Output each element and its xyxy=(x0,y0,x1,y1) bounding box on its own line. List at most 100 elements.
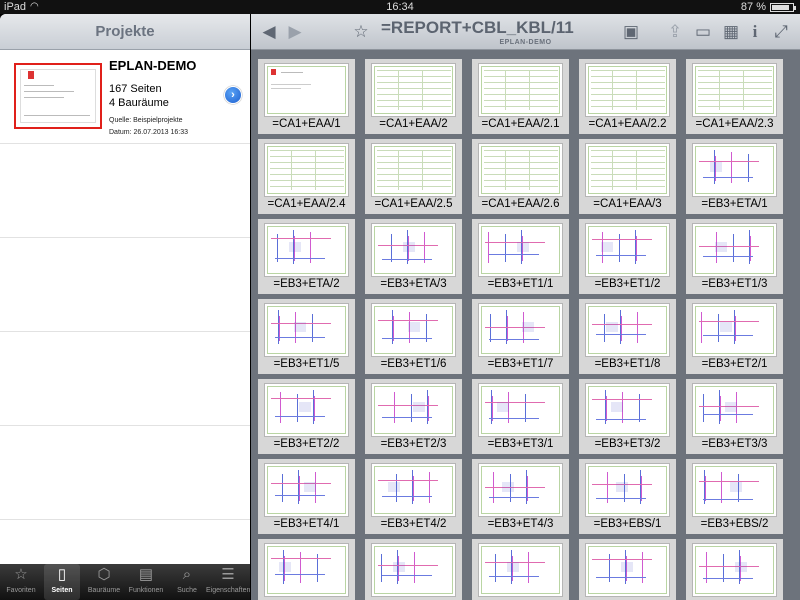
tab-funktionen[interactable]: ▤ Funktionen xyxy=(126,564,166,600)
page-preview xyxy=(692,543,777,597)
page-thumbnail[interactable]: =EB3+ET1/6 xyxy=(365,299,462,374)
page-preview xyxy=(585,143,670,197)
page-thumbnail[interactable] xyxy=(579,539,676,600)
page-thumbnail[interactable]: =EB3+ET1/2 xyxy=(579,219,676,294)
page-preview xyxy=(478,543,563,597)
page-thumbnail[interactable]: =EB3+ET1/7 xyxy=(472,299,569,374)
fullscreen-icon[interactable]: ⤢ xyxy=(769,20,793,44)
tab-bauraeume[interactable]: ⬡ Bauräume xyxy=(84,564,124,600)
tab-seiten[interactable]: ▯ Seiten xyxy=(44,564,80,600)
disclosure-button[interactable]: › xyxy=(224,86,242,104)
info-icon[interactable]: i xyxy=(743,20,767,44)
page-preview xyxy=(692,383,777,437)
folder-icon[interactable]: ▣ xyxy=(619,20,643,44)
star-icon: ☆ xyxy=(14,566,28,583)
page-preview xyxy=(371,543,456,597)
tab-favoriten[interactable]: ☆ Favoriten xyxy=(2,564,40,600)
page-thumbnail[interactable]: =EB3+ET4/2 xyxy=(365,459,462,534)
share-icon[interactable]: ⇪ xyxy=(663,20,687,44)
project-source: Quelle: Beispielprojekte xyxy=(109,117,183,124)
page-preview xyxy=(264,383,349,437)
page-label: =CA1+EAA/1 xyxy=(272,118,341,130)
page-label: =CA1+EAA/2.4 xyxy=(267,198,346,210)
page-preview xyxy=(371,303,456,357)
page-thumbnail[interactable]: =CA1+EAA/2 xyxy=(365,59,462,134)
page-preview xyxy=(585,223,670,277)
page-thumbnail[interactable] xyxy=(258,539,355,600)
page-thumbnail[interactable]: =EB3+ET1/3 xyxy=(686,219,783,294)
page-preview xyxy=(478,223,563,277)
page-thumbnail[interactable]: =EB3+ETA/1 xyxy=(686,139,783,214)
page-thumbnail[interactable]: =EB3+ET2/3 xyxy=(365,379,462,454)
page-label: =EB3+ETA/3 xyxy=(380,278,447,290)
page-thumbnail[interactable]: =EB3+EBS/2 xyxy=(686,459,783,534)
page-label: =EB3+ET1/7 xyxy=(487,358,554,370)
page-thumbnail[interactable]: =EB3+ET3/3 xyxy=(686,379,783,454)
page-label: =CA1+EAA/2.2 xyxy=(588,118,667,130)
page-thumbnail[interactable]: =EB3+ET2/1 xyxy=(686,299,783,374)
tab-eigenschaften[interactable]: ☰ Eigenschaften xyxy=(206,564,250,600)
page-thumbnail[interactable]: =CA1+EAA/2.4 xyxy=(258,139,355,214)
projects-header: Projekte xyxy=(0,14,250,50)
page-label: =EB3+ET1/5 xyxy=(273,358,340,370)
page-thumbnail[interactable]: =EB3+ET4/3 xyxy=(472,459,569,534)
page-label: =CA1+EAA/2.6 xyxy=(481,198,560,210)
page-thumbnail[interactable]: =EB3+ET2/2 xyxy=(258,379,355,454)
page-preview xyxy=(264,543,349,597)
page-label: =EB3+ET4/1 xyxy=(273,518,340,530)
pages-pane: ◀ ▶ ☆ =REPORT+CBL_KBL/11 EPLAN-DEMO ▣ ⇪ … xyxy=(251,14,800,600)
page-preview xyxy=(478,63,563,117)
page-preview xyxy=(692,303,777,357)
page-thumbnail[interactable] xyxy=(472,539,569,600)
page-thumbnail[interactable]: =CA1+EAA/1 xyxy=(258,59,355,134)
page-label: =EB3+ETA/2 xyxy=(273,278,340,290)
page-thumbnail[interactable]: =CA1+EAA/2.2 xyxy=(579,59,676,134)
project-row[interactable]: EPLAN-DEMO 167 Seiten 4 Bauräume Quelle:… xyxy=(0,50,250,144)
page-preview xyxy=(585,303,670,357)
page-label: =EB3+ET1/3 xyxy=(701,278,768,290)
page-thumbnail[interactable]: =EB3+ET3/1 xyxy=(472,379,569,454)
eplan-logo-icon xyxy=(28,71,34,79)
page-preview xyxy=(478,143,563,197)
tab-suche[interactable]: ⌕ Suche xyxy=(170,564,204,600)
page-thumbnail[interactable]: =CA1+EAA/2.3 xyxy=(686,59,783,134)
page-thumbnail[interactable]: =EB3+ET4/1 xyxy=(258,459,355,534)
page-thumbnail[interactable]: =EB3+ET3/2 xyxy=(579,379,676,454)
page-thumbnail[interactable]: =EB3+ETA/3 xyxy=(365,219,462,294)
page-label: =EB3+ET3/2 xyxy=(594,438,661,450)
page-thumbnail[interactable]: =EB3+ETA/2 xyxy=(258,219,355,294)
page-label: =EB3+ET3/1 xyxy=(487,438,554,450)
page-preview xyxy=(371,143,456,197)
page-thumbnail[interactable]: =CA1+EAA/2.6 xyxy=(472,139,569,214)
page-preview xyxy=(371,223,456,277)
project-page-count: 167 Seiten xyxy=(109,83,162,95)
page-label: =EB3+ET4/2 xyxy=(380,518,447,530)
page-preview xyxy=(371,463,456,517)
page-thumbnail[interactable]: =EB3+ET1/1 xyxy=(472,219,569,294)
tab-bar: ☆ Favoriten ▯ Seiten ⬡ Bauräume ▤ Funkti… xyxy=(0,564,250,600)
page-label: =EB3+ET1/6 xyxy=(380,358,447,370)
page-thumbnail[interactable] xyxy=(365,539,462,600)
page-label: =CA1+EAA/2.5 xyxy=(374,198,453,210)
page-thumbnail[interactable]: =CA1+EAA/2.5 xyxy=(365,139,462,214)
grid-view-icon[interactable]: ▦ xyxy=(719,20,743,44)
project-thumbnail[interactable] xyxy=(14,63,102,129)
empty-row xyxy=(0,144,250,238)
empty-row xyxy=(0,426,250,520)
page-thumbnail[interactable] xyxy=(686,539,783,600)
page-preview xyxy=(585,543,670,597)
page-thumbnail[interactable]: =EB3+ET1/5 xyxy=(258,299,355,374)
page-preview xyxy=(478,303,563,357)
page-preview xyxy=(585,63,670,117)
page-thumbnail[interactable]: =EB3+ET1/8 xyxy=(579,299,676,374)
page-thumbnail[interactable]: =EB3+EBS/1 xyxy=(579,459,676,534)
page-thumbnail[interactable]: =CA1+EAA/3 xyxy=(579,139,676,214)
page-preview xyxy=(692,63,777,117)
page-preview xyxy=(692,463,777,517)
page-preview xyxy=(478,383,563,437)
properties-icon: ☰ xyxy=(221,566,235,583)
page-thumbnail[interactable]: =CA1+EAA/2.1 xyxy=(472,59,569,134)
page-preview xyxy=(585,463,670,517)
status-bar: iPad ◠ 16:34 87 % xyxy=(0,0,800,14)
single-view-icon[interactable]: ▭ xyxy=(691,20,715,44)
